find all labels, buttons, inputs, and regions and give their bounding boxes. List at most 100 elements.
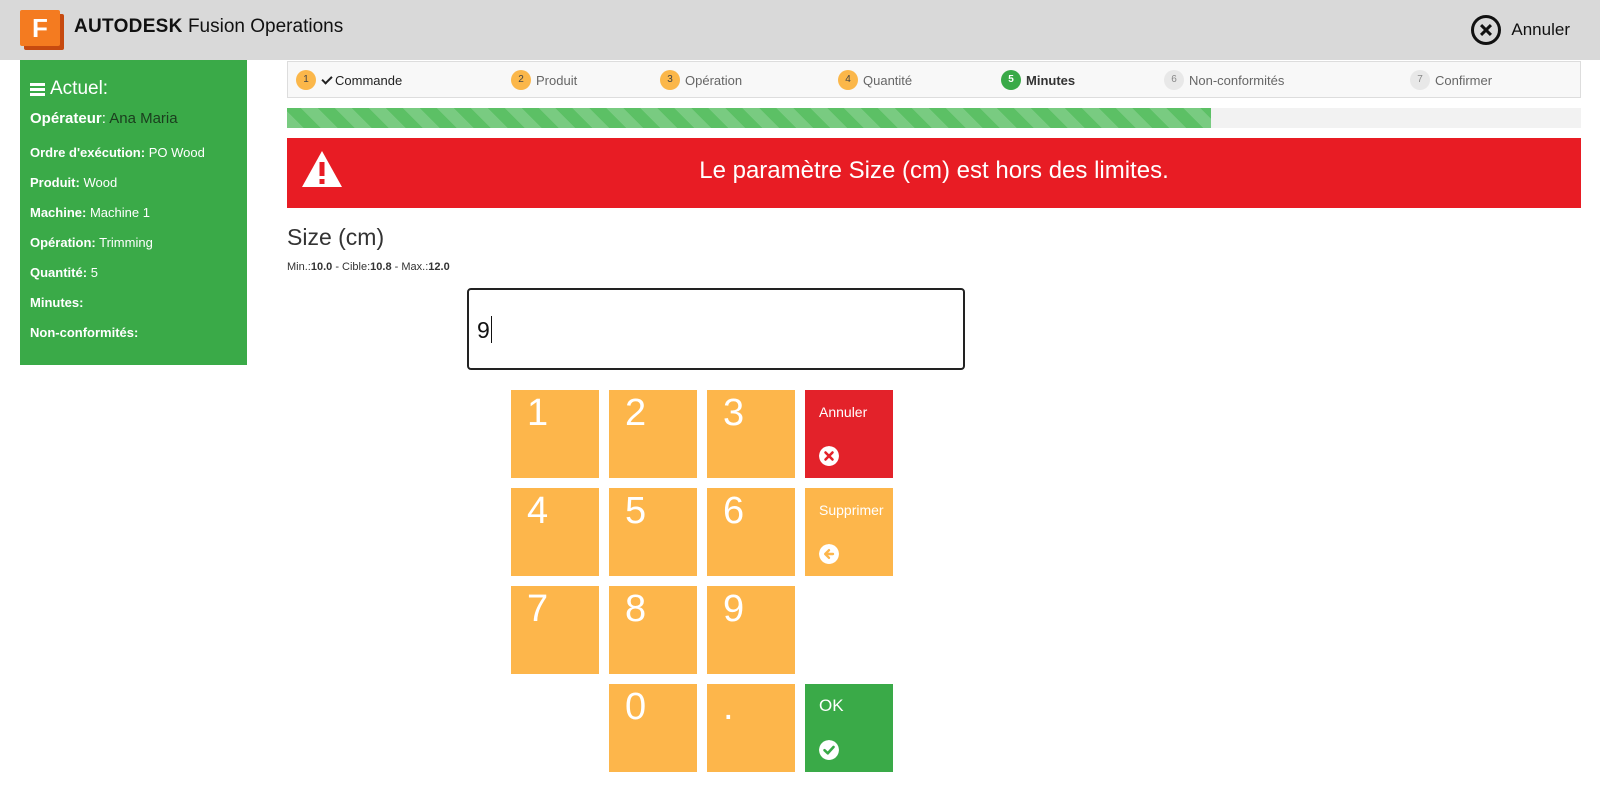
step-number: 4 bbox=[838, 70, 858, 90]
operator-value: Ana Maria bbox=[109, 110, 178, 127]
key-1[interactable]: 1 bbox=[511, 390, 599, 478]
key-5[interactable]: 5 bbox=[609, 488, 697, 576]
key-7[interactable]: 7 bbox=[511, 586, 599, 674]
step-number: 3 bbox=[660, 70, 680, 90]
step-label: Commande bbox=[335, 72, 403, 88]
key-label: 4 bbox=[527, 490, 549, 532]
info-value: 5 bbox=[90, 265, 98, 280]
value-input[interactable]: 9 bbox=[467, 288, 965, 370]
key-label: 1 bbox=[527, 392, 549, 434]
step-produit[interactable]: 2 Produit bbox=[511, 70, 577, 90]
info-label: Minutes: bbox=[30, 295, 84, 310]
key-label: 2 bbox=[625, 392, 647, 434]
step-number: 5 bbox=[1001, 70, 1021, 90]
key-8[interactable]: 8 bbox=[609, 586, 697, 674]
progress-bar bbox=[287, 108, 1581, 128]
info-label: Ordre d'exécution: bbox=[30, 145, 146, 160]
step-non-conformites[interactable]: 6 Non-conformités bbox=[1164, 70, 1284, 90]
progress-fill bbox=[287, 108, 1211, 128]
info-quantity: Quantité: 5 bbox=[30, 265, 237, 281]
panel-title-label: Actuel: bbox=[50, 78, 109, 99]
key-3[interactable]: 3 bbox=[707, 390, 795, 478]
info-minutes: Minutes: bbox=[30, 295, 237, 311]
key-0[interactable]: 0 bbox=[609, 684, 697, 772]
key-label: OK bbox=[819, 696, 844, 715]
brand-product: Fusion Operations bbox=[187, 16, 344, 37]
key-label: 6 bbox=[723, 490, 745, 532]
separator: - bbox=[391, 261, 402, 273]
step-label: Minutes bbox=[1026, 72, 1076, 88]
min-label: Min.: bbox=[287, 261, 311, 273]
header-cancel-button[interactable]: Annuler bbox=[1471, 14, 1570, 46]
info-value: PO Wood bbox=[148, 145, 205, 160]
brand-autodesk: AUTODESK bbox=[74, 16, 183, 37]
step-label: Confirmer bbox=[1435, 72, 1493, 88]
check-circle-icon bbox=[819, 740, 839, 760]
key-4[interactable]: 4 bbox=[511, 488, 599, 576]
separator: - bbox=[332, 261, 343, 273]
step-confirmer[interactable]: 7 Confirmer bbox=[1410, 70, 1492, 90]
step-number: 2 bbox=[511, 70, 531, 90]
alert-message: Le paramètre Size (cm) est hors des limi… bbox=[699, 157, 1169, 184]
arrow-left-circle-icon bbox=[819, 544, 839, 564]
close-circle-icon bbox=[1471, 15, 1502, 45]
info-operation: Opération: Trimming bbox=[30, 235, 237, 251]
key-decimal[interactable]: . bbox=[707, 684, 795, 772]
step-label: Produit bbox=[536, 72, 578, 88]
wizard-steps: 1 Commande 2 Produit 3 Opération 4 Quant… bbox=[287, 61, 1581, 98]
step-number: 6 bbox=[1164, 70, 1184, 90]
info-nonconformities: Non-conformités: bbox=[30, 325, 237, 341]
step-label: Quantité bbox=[863, 72, 913, 88]
step-number: 1 bbox=[296, 70, 316, 90]
info-label: Produit: bbox=[30, 175, 80, 190]
step-quantite[interactable]: 4 Quantité bbox=[838, 70, 912, 90]
key-label: 0 bbox=[625, 686, 647, 728]
operator-info: Opérateur: Ana Maria bbox=[30, 110, 178, 127]
min-value: 10.0 bbox=[310, 261, 333, 273]
step-label: Opération bbox=[685, 72, 743, 88]
text-caret bbox=[490, 316, 492, 343]
keypad-ok-button[interactable]: OK bbox=[805, 684, 893, 772]
target-label: Cible: bbox=[342, 261, 371, 273]
step-minutes[interactable]: 5 Minutes bbox=[1001, 70, 1075, 90]
menu-icon bbox=[30, 82, 45, 96]
info-machine: Machine: Machine 1 bbox=[30, 205, 237, 221]
key-label: 7 bbox=[527, 588, 549, 630]
operator-label: Opérateur bbox=[30, 110, 102, 127]
parameter-limits: Min.:10.0 - Cible:10.8 - Max.:12.0 bbox=[287, 261, 450, 273]
info-label: Machine: bbox=[30, 205, 87, 220]
info-label: Opération: bbox=[30, 235, 96, 250]
key-label: 5 bbox=[625, 490, 647, 532]
key-label: . bbox=[723, 686, 734, 728]
target-value: 10.8 bbox=[370, 261, 392, 273]
key-label: Annuler bbox=[819, 404, 868, 420]
step-label: Non-conformités bbox=[1189, 72, 1285, 88]
parameter-name: Size (cm) bbox=[287, 224, 385, 250]
info-value: Machine 1 bbox=[89, 205, 150, 220]
max-label: Max.: bbox=[401, 261, 429, 273]
times-circle-icon bbox=[819, 446, 839, 466]
info-order: Ordre d'exécution: PO Wood bbox=[30, 145, 237, 161]
key-label: 9 bbox=[723, 588, 745, 630]
step-number: 7 bbox=[1410, 70, 1430, 90]
key-2[interactable]: 2 bbox=[609, 390, 697, 478]
keypad-cancel-button[interactable]: Annuler bbox=[805, 390, 893, 478]
key-9[interactable]: 9 bbox=[707, 586, 795, 674]
info-value: Wood bbox=[83, 175, 118, 190]
info-label: Non-conformités: bbox=[30, 325, 139, 340]
app-title: AUTODESK Fusion Operations bbox=[74, 16, 343, 38]
app-header: F AUTODESK Fusion Operations Annuler bbox=[0, 0, 1600, 60]
info-product: Produit: Wood bbox=[30, 175, 237, 191]
step-operation[interactable]: 3 Opération bbox=[660, 70, 742, 90]
key-label: 8 bbox=[625, 588, 647, 630]
value-input-text: 9 bbox=[477, 317, 490, 343]
check-icon bbox=[321, 72, 333, 85]
key-6[interactable]: 6 bbox=[707, 488, 795, 576]
panel-title: Actuel: bbox=[30, 78, 237, 100]
max-value: 12.0 bbox=[428, 261, 450, 273]
keypad-delete-button[interactable]: Supprimer bbox=[805, 488, 893, 576]
step-commande[interactable]: 1 Commande bbox=[296, 70, 402, 90]
info-value: Trimming bbox=[99, 235, 153, 250]
out-of-limits-alert: Le paramètre Size (cm) est hors des limi… bbox=[287, 138, 1581, 208]
info-label: Quantité: bbox=[30, 265, 88, 280]
